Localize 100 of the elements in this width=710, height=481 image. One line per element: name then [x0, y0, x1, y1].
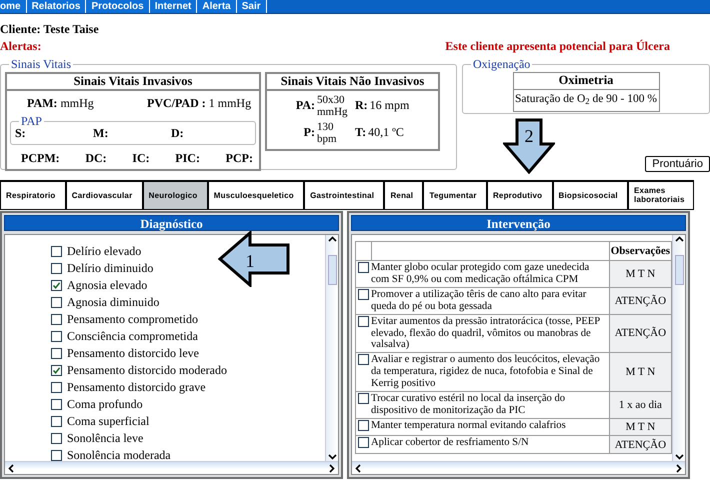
- table-cell: ATENÇÃO: [609, 288, 672, 314]
- column-header: Observações: [609, 242, 672, 261]
- diagnosis-label: Pensamento distorcido grave: [67, 380, 206, 394]
- checkbox[interactable]: [358, 262, 369, 274]
- table-cell: Manter globo ocular protegido com gaze unedecida com SF 0,9% ou com medicação oftálmica CPM: [371, 260, 610, 288]
- table-cell: M T N: [609, 352, 672, 392]
- field-label: PVC/PAD :: [147, 96, 206, 110]
- tab[interactable]: Exames laboratoriais: [628, 182, 694, 210]
- field-value: mmHg: [60, 96, 94, 110]
- field-value: 130 bpm: [317, 121, 338, 146]
- field-label: D:: [171, 127, 185, 141]
- box-title: Sinais Vitais Não Invasivos: [267, 74, 438, 91]
- checkbox[interactable]: [51, 382, 62, 393]
- field-label: IC:: [132, 152, 150, 166]
- client-name: Cliente: Teste Taise: [0, 22, 99, 36]
- table-cell: ATENÇÃO: [609, 314, 672, 353]
- tab[interactable]: Musculoesqueletico: [208, 182, 304, 210]
- field-label: PCP:: [226, 152, 253, 166]
- tab[interactable]: Tegumentar: [423, 182, 487, 210]
- alert-message: Este cliente apresenta potencial para Úlcera: [445, 40, 670, 55]
- panel-legend: Sinais Vitais: [9, 58, 74, 70]
- menu-item[interactable]: Internet: [150, 0, 198, 13]
- diagnosis-label: Pensamento distorcido moderado: [67, 364, 227, 378]
- scroll-left-icon[interactable]: [354, 464, 363, 472]
- checkbox[interactable]: [51, 433, 62, 444]
- diagnosis-label: Delírio diminuido: [67, 262, 154, 276]
- callout-number: 1: [246, 251, 254, 271]
- checkbox[interactable]: [51, 399, 62, 410]
- diagnosis-label: Consciência comprometida: [67, 330, 198, 344]
- diagnosis-label: Sonolência leve: [67, 432, 144, 446]
- scroll-right-icon[interactable]: [327, 464, 336, 472]
- tab[interactable]: Cardiovascular: [66, 182, 143, 210]
- scroll-left-icon[interactable]: [7, 464, 16, 472]
- scroll-thumb[interactable]: [328, 255, 336, 285]
- scroll-thumb[interactable]: [674, 255, 684, 285]
- panel-header: Diagnóstico: [4, 215, 339, 231]
- group-legend: PAP: [19, 115, 44, 127]
- checkbox[interactable]: [358, 316, 369, 327]
- tab[interactable]: Biopsicosocial: [552, 182, 628, 210]
- panel-header: Intervenção: [351, 215, 686, 231]
- diagnosis-label: Pensamento comprometido: [67, 312, 198, 326]
- menu-item[interactable]: Relatorios: [26, 0, 86, 13]
- horizontal-scrollbar[interactable]: [352, 461, 685, 474]
- diagnosis-label: Delírio elevado: [67, 244, 142, 258]
- diagnosis-label: Coma profundo: [67, 398, 143, 412]
- scroll-down-icon[interactable]: [328, 452, 336, 461]
- table-cell: Evitar aumentos da pressão intratorácica (tosse, PEEP elevado, flexão do quadril, vômitos ou manobras de valsalva): [371, 314, 610, 353]
- callout-arrow: [218, 231, 290, 287]
- checkbox[interactable]: [358, 354, 369, 366]
- menu-item[interactable]: Sair: [236, 0, 267, 13]
- table-cell: 1 x ao dia: [609, 391, 672, 418]
- field-label: PIC:: [175, 152, 200, 166]
- scroll-down-icon[interactable]: [674, 452, 684, 461]
- checkbox[interactable]: [51, 280, 62, 291]
- field-value: 50x30 mmHg: [317, 94, 349, 118]
- checkbox[interactable]: [51, 246, 62, 257]
- box-title: Sinais Vitais Invasivos: [7, 74, 259, 91]
- box-title: Oximetria: [514, 73, 658, 90]
- field-label: R:: [355, 99, 368, 113]
- panel-legend: Oxigenação: [471, 58, 532, 70]
- diagnosis-label: Agnosia elevado: [67, 278, 148, 292]
- checkbox[interactable]: [51, 314, 62, 325]
- menu-item[interactable]: ome: [0, 0, 27, 13]
- tab[interactable]: Respiratorio: [0, 182, 66, 210]
- menu-item[interactable]: Alerta: [197, 0, 237, 13]
- field-label: P:: [304, 126, 315, 140]
- checkbox[interactable]: [51, 450, 62, 461]
- checkbox[interactable]: [51, 263, 62, 274]
- scroll-up-icon[interactable]: [674, 235, 684, 244]
- callout-arrow: [503, 118, 555, 174]
- scroll-up-icon[interactable]: [328, 235, 336, 244]
- tab[interactable]: Neurologico: [142, 182, 208, 210]
- field-label: PCPM:: [21, 152, 60, 166]
- scroll-right-icon[interactable]: [674, 464, 683, 472]
- checkbox[interactable]: [358, 289, 369, 300]
- checkbox[interactable]: [51, 365, 62, 376]
- vertical-scrollbar[interactable]: [672, 235, 685, 461]
- field-label: DC:: [85, 152, 107, 166]
- checkbox[interactable]: [51, 297, 62, 308]
- field-label: S:: [15, 127, 27, 141]
- table-cell: Promover a utilização têris de cano alto para evitar queda do pé ou bota gessada: [371, 288, 610, 314]
- tab[interactable]: Renal: [384, 182, 424, 210]
- tab[interactable]: Reprodutivo: [486, 182, 552, 210]
- checkbox[interactable]: [358, 420, 369, 431]
- checkbox[interactable]: [51, 416, 62, 427]
- table-cell: M T N: [609, 260, 672, 288]
- diagnosis-label: Agnosia diminuido: [67, 296, 160, 310]
- checkbox[interactable]: [358, 437, 369, 448]
- checkbox[interactable]: [358, 392, 369, 404]
- checkbox[interactable]: [51, 331, 62, 342]
- tab[interactable]: Gastrointestinal: [304, 182, 384, 210]
- menu-item[interactable]: Protocolos: [86, 0, 150, 13]
- callout-number: 2: [524, 126, 534, 146]
- horizontal-scrollbar[interactable]: [5, 461, 338, 474]
- field-value: 16 mpm: [370, 99, 410, 113]
- record-button[interactable]: Prontuário: [645, 156, 710, 172]
- table-cell: Manter temperatura normal evitando calafrios: [371, 418, 610, 436]
- vertical-scrollbar[interactable]: [325, 235, 338, 461]
- oximetry-value: Saturação de O$_{2}$ de 90 - 100 %: [514, 92, 658, 108]
- checkbox[interactable]: [51, 348, 62, 359]
